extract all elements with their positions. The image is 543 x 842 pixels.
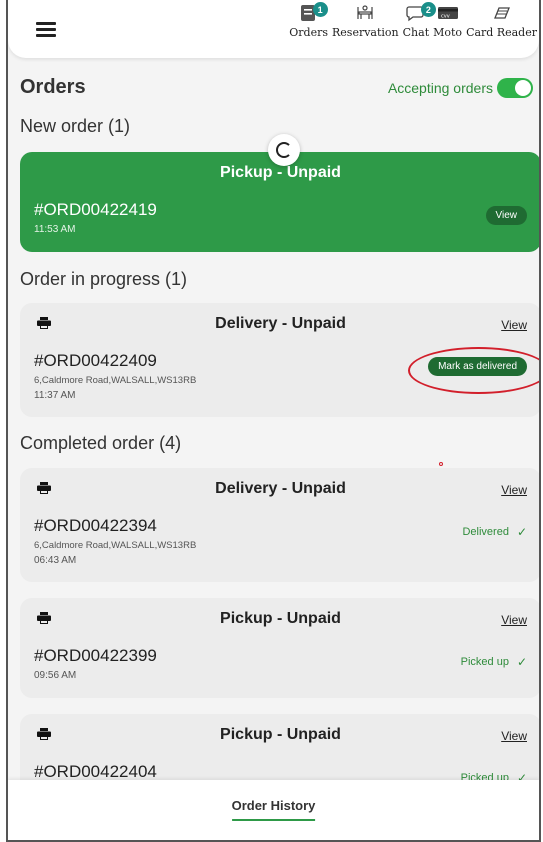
orders-badge: 1 (312, 2, 328, 17)
orders-icon: 1 (300, 2, 328, 24)
completed-title: Pickup - Unpaid (220, 726, 341, 743)
in-progress-order-number: #ORD00422409 (34, 351, 157, 370)
completed-order-number: #ORD00422404 (34, 762, 157, 781)
nav-label-moto: Moto (433, 26, 463, 39)
nav-label-card-reader: Card Reader (466, 26, 537, 39)
in-progress-heading: Order in progress (1) (20, 269, 188, 289)
completed-title: Pickup - Unpaid (220, 610, 341, 627)
chat-icon: 2 (406, 2, 436, 24)
nav-item-moto[interactable]: cvv Moto (433, 2, 462, 39)
in-progress-address: 6,Caldmore Road,WALSALL,WS13RB (34, 375, 197, 386)
nav-item-orders[interactable]: 1 Orders (289, 2, 328, 39)
page-title: Orders (20, 76, 86, 98)
nav-label-chat: Chat (402, 26, 430, 39)
completed-view-link[interactable]: View (501, 483, 527, 497)
completed-time: 09:56 AM (34, 670, 77, 681)
top-nav: 1 Orders Reservation 2 Chat cvv Moto Car… (285, 2, 537, 39)
new-order-view-button[interactable]: View (485, 206, 527, 225)
in-progress-time: 11:37 AM (34, 390, 76, 401)
nav-item-reservation[interactable]: Reservation (332, 2, 399, 39)
in-progress-title: Delivery - Unpaid (215, 315, 346, 332)
completed-time: 06:43 AM (34, 555, 77, 566)
nav-item-chat[interactable]: 2 Chat (402, 2, 436, 39)
annotation-circle (408, 347, 539, 394)
card-reader-icon (491, 2, 513, 24)
in-progress-view-link[interactable]: View (501, 318, 527, 332)
completed-view-link[interactable]: View (501, 613, 527, 627)
nav-label-orders: Orders (289, 26, 329, 39)
annotation-dot (439, 462, 443, 466)
completed-order-number: #ORD00422394 (34, 516, 157, 535)
new-order-card[interactable]: Pickup - Unpaid #ORD00422419 11:53 AM Vi… (20, 152, 539, 252)
menu-icon[interactable] (36, 22, 56, 37)
new-order-heading: New order (1) (20, 116, 131, 136)
loading-spinner-icon (268, 134, 300, 166)
completed-card: Pickup - Unpaid View #ORD00422399 09:56 … (20, 598, 539, 698)
completed-address: 6,Caldmore Road,WALSALL,WS13RB (34, 540, 197, 551)
svg-text:cvv: cvv (441, 14, 450, 20)
completed-heading: Completed order (4) (20, 433, 182, 453)
reservation-icon (355, 2, 375, 24)
completed-order-number: #ORD00422399 (34, 646, 157, 665)
status-badge: Delivered ✓ (462, 525, 527, 539)
app-frame: 1 Orders Reservation 2 Chat cvv Moto Car… (6, 0, 541, 842)
new-order-number: #ORD00422419 (34, 200, 157, 219)
completed-card: Delivery - Unpaid View #ORD00422394 6,Ca… (20, 468, 539, 582)
new-order-title: Pickup - Unpaid (220, 164, 341, 181)
order-history-tab[interactable]: Order History (231, 798, 316, 821)
accepting-orders-toggle[interactable] (497, 78, 533, 98)
status-label: Picked up (460, 656, 509, 668)
cvv-card-icon: cvv (437, 2, 459, 24)
bottom-bar: Order History (8, 780, 539, 840)
check-icon: ✓ (516, 655, 527, 669)
new-order-time: 11:53 AM (34, 224, 76, 235)
accepting-orders-label: Accepting orders (387, 80, 493, 96)
accepting-orders: Accepting orders (388, 78, 533, 98)
status-label: Delivered (462, 526, 509, 538)
nav-label-reservation: Reservation (332, 26, 399, 39)
check-icon: ✓ (516, 525, 527, 539)
completed-view-link[interactable]: View (501, 729, 527, 743)
status-badge: Picked up ✓ (461, 655, 527, 669)
completed-title: Delivery - Unpaid (215, 480, 346, 497)
top-bar: 1 Orders Reservation 2 Chat cvv Moto Car… (8, 0, 539, 58)
nav-item-card-reader[interactable]: Card Reader (466, 2, 537, 39)
